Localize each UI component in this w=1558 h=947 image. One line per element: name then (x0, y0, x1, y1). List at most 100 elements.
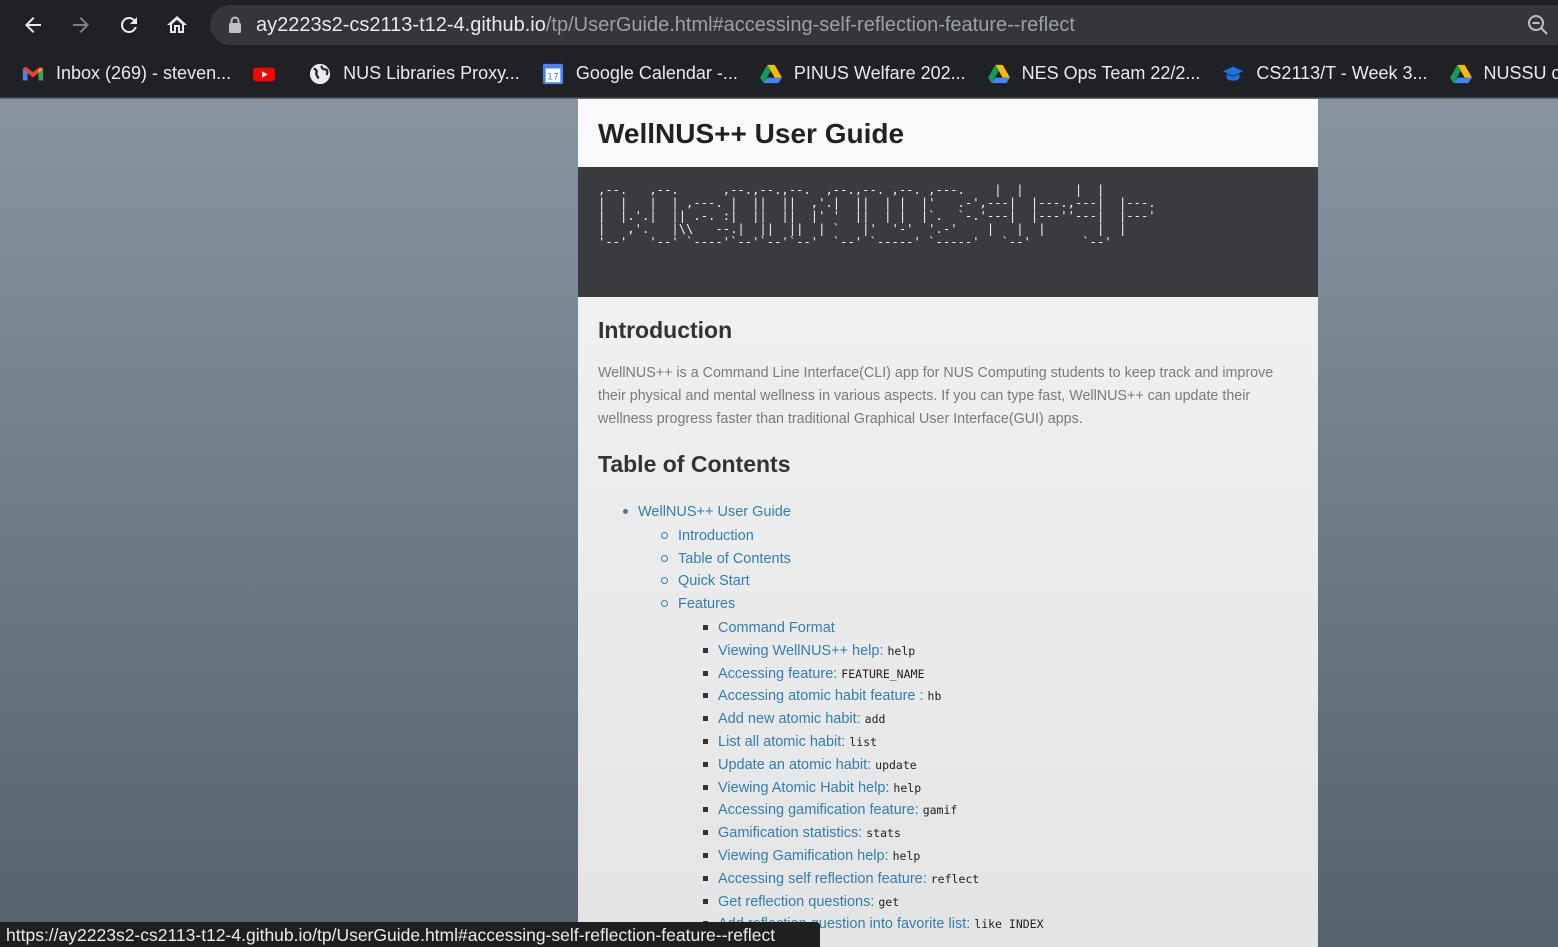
toc-link-table-of-contents[interactable]: Table of Contents (678, 551, 791, 567)
reload-button[interactable] (105, 1, 153, 49)
bookmark-nes-ops-team[interactable]: NES Ops Team 22/2... (987, 63, 1201, 85)
toc-link-gamification-stats[interactable]: Gamification statistics: (718, 825, 862, 841)
drive-icon (987, 63, 1010, 85)
forward-button[interactable] (57, 1, 105, 49)
link-status-bar: https://ay2223s2-cs2113-t12-4.github.io/… (0, 922, 820, 947)
command-code: hb (927, 689, 942, 704)
calendar-icon: 17 (542, 63, 564, 85)
ascii-art: ,--. ,--. ,--.,--.,--. ,--.,--. ,--. ,--… (598, 183, 1156, 249)
list-item: Command Format (703, 616, 1298, 639)
toc-link-list-habit[interactable]: List all atomic habit: (718, 734, 845, 750)
list-item: Accessing feature: FEATURE_NAME (703, 662, 1298, 685)
reload-icon (120, 16, 137, 33)
toc-link-atomic-habit[interactable]: Accessing atomic habit feature : (718, 688, 924, 704)
toc-link-user-guide[interactable]: WellNUS++ User Guide (638, 504, 791, 520)
bookmark-label: Inbox (269) - steven... (56, 63, 232, 83)
list-item: Get reflection questions: get (703, 890, 1298, 913)
list-item: Introduction (661, 524, 1298, 547)
toc-link-add-habit[interactable]: Add new atomic habit: (718, 711, 861, 727)
list-item: Accessing gamification feature: gamif (703, 798, 1298, 821)
home-icon (167, 16, 187, 33)
list-item: Features Command Format Viewing WellNUS+… (661, 592, 1298, 947)
back-button[interactable] (9, 1, 57, 49)
toc-link-introduction[interactable]: Introduction (678, 528, 754, 544)
list-item: Viewing Atomic Habit help: help (703, 776, 1298, 799)
bookmark-nus-libraries[interactable]: NUS Libraries Proxy... (309, 63, 520, 85)
toc-link-accessing-feature[interactable]: Accessing feature: (718, 666, 837, 682)
toc-link-self-reflection[interactable]: Accessing self reflection feature: (718, 871, 927, 887)
bookmark-label: NUS Libraries Proxy... (343, 63, 520, 83)
drive-icon (1449, 63, 1472, 85)
command-code: like INDEX (974, 917, 1044, 932)
command-code: stats (866, 826, 901, 841)
toc-heading: Table of Contents (598, 451, 791, 477)
url-path: /tp/UserGuide.html#accessing-self-reflec… (545, 13, 1075, 36)
command-code: help (892, 848, 921, 863)
toc-link-features[interactable]: Features (678, 596, 735, 612)
features-list: Command Format Viewing WellNUS++ help: he… (703, 616, 1298, 947)
home-button[interactable] (153, 1, 201, 49)
list-item: Viewing WellNUS++ help: help (703, 639, 1298, 662)
list-item: Accessing atomic habit feature : hb (703, 684, 1298, 707)
gmail-icon (22, 63, 44, 85)
toc-link-gamification-help[interactable]: Viewing Gamification help: (718, 848, 889, 864)
command-code: help (893, 780, 922, 795)
command-code: get (878, 894, 900, 909)
toc-link-quick-start[interactable]: Quick Start (678, 573, 750, 589)
bookmark-label: CS2113/T - Week 3... (1256, 63, 1428, 83)
youtube-icon (253, 63, 276, 85)
command-code: add (864, 712, 886, 727)
document-body: WellNUS++ User Guide ,--. ,--. ,--.,--.,… (578, 99, 1318, 947)
arrow-left-icon (25, 17, 41, 33)
arrow-right-icon (73, 17, 89, 33)
bookmark-google-calendar[interactable]: 17 Google Calendar -... (542, 63, 738, 85)
bookmark-youtube[interactable] (253, 63, 287, 85)
svg-text:17: 17 (547, 71, 559, 82)
command-code: FEATURE_NAME (841, 666, 925, 681)
list-item: Gamification statistics: stats (703, 821, 1298, 844)
globe-icon (309, 63, 331, 85)
page-header: WellNUS++ User Guide (578, 99, 1318, 167)
list-item: Quick Start (661, 569, 1298, 592)
toc-link-command-format[interactable]: Command Format (718, 620, 835, 636)
toc-link-habit-help[interactable]: Viewing Atomic Habit help: (718, 780, 889, 796)
address-bar[interactable]: ay2223s2-cs2113-t12-4.github.io/tp/UserG… (210, 5, 1558, 45)
browser-toolbar: ay2223s2-cs2113-t12-4.github.io/tp/UserG… (0, 0, 1558, 50)
lock-icon (228, 16, 242, 34)
list-item: Viewing Gamification help: help (703, 844, 1298, 867)
page-title: WellNUS++ User Guide (598, 118, 905, 149)
list-item: Table of Contents (661, 547, 1298, 570)
bookmark-gmail[interactable]: Inbox (269) - steven... (22, 63, 231, 85)
toc-link-help[interactable]: Viewing WellNUS++ help: (718, 643, 884, 659)
list-item: WellNUS++ User Guide Introduction Table … (623, 500, 1298, 947)
list-item: List all atomic habit: list (703, 730, 1298, 753)
command-code: list (849, 734, 878, 749)
list-item: Add new atomic habit: add (703, 707, 1298, 730)
search-zoom-icon[interactable] (1526, 13, 1550, 37)
toc-link-update-habit[interactable]: Update an atomic habit: (718, 757, 871, 773)
main-content: Introduction WellNUS++ is a Command Line… (578, 317, 1318, 947)
url-host: ay2223s2-cs2113-t12-4.github.io (256, 13, 546, 36)
drive-icon (759, 63, 782, 85)
list-item: Accessing self reflection feature: reflec… (703, 867, 1298, 890)
bookmarks-bar: Inbox (269) - steven... NUS Libraries Pr… (0, 50, 1558, 98)
introduction-heading: Introduction (598, 317, 733, 343)
command-code: help (887, 643, 916, 658)
bookmark-label: NES Ops Team 22/2... (1021, 63, 1201, 83)
bookmark-label: Google Calendar -... (575, 63, 738, 83)
toc-link-reflection-questions[interactable]: Get reflection questions: (718, 894, 874, 910)
toc-link-gamification[interactable]: Accessing gamification feature: (718, 802, 919, 818)
ascii-banner: ,--. ,--. ,--.,--.,--. ,--.,--. ,--. ,--… (578, 167, 1318, 297)
list-item: Update an atomic habit: update (703, 753, 1298, 776)
command-code: update (875, 757, 917, 772)
bookmark-label: NUSSU com (1483, 63, 1558, 83)
command-code: gamif (922, 803, 958, 818)
bookmark-label: PINUS Welfare 202... (793, 63, 966, 83)
mortarboard-icon (1222, 63, 1244, 85)
bookmark-nussu[interactable]: NUSSU com (1449, 63, 1558, 85)
table-of-contents: WellNUS++ User Guide Introduction Table … (623, 500, 1298, 947)
bookmark-pinus-welfare[interactable]: PINUS Welfare 202... (759, 63, 966, 85)
introduction-text: WellNUS++ is a Command Line Interface(CL… (598, 365, 1274, 427)
bookmark-cs2113[interactable]: CS2113/T - Week 3... (1222, 63, 1428, 85)
command-code: reflect (930, 871, 980, 886)
